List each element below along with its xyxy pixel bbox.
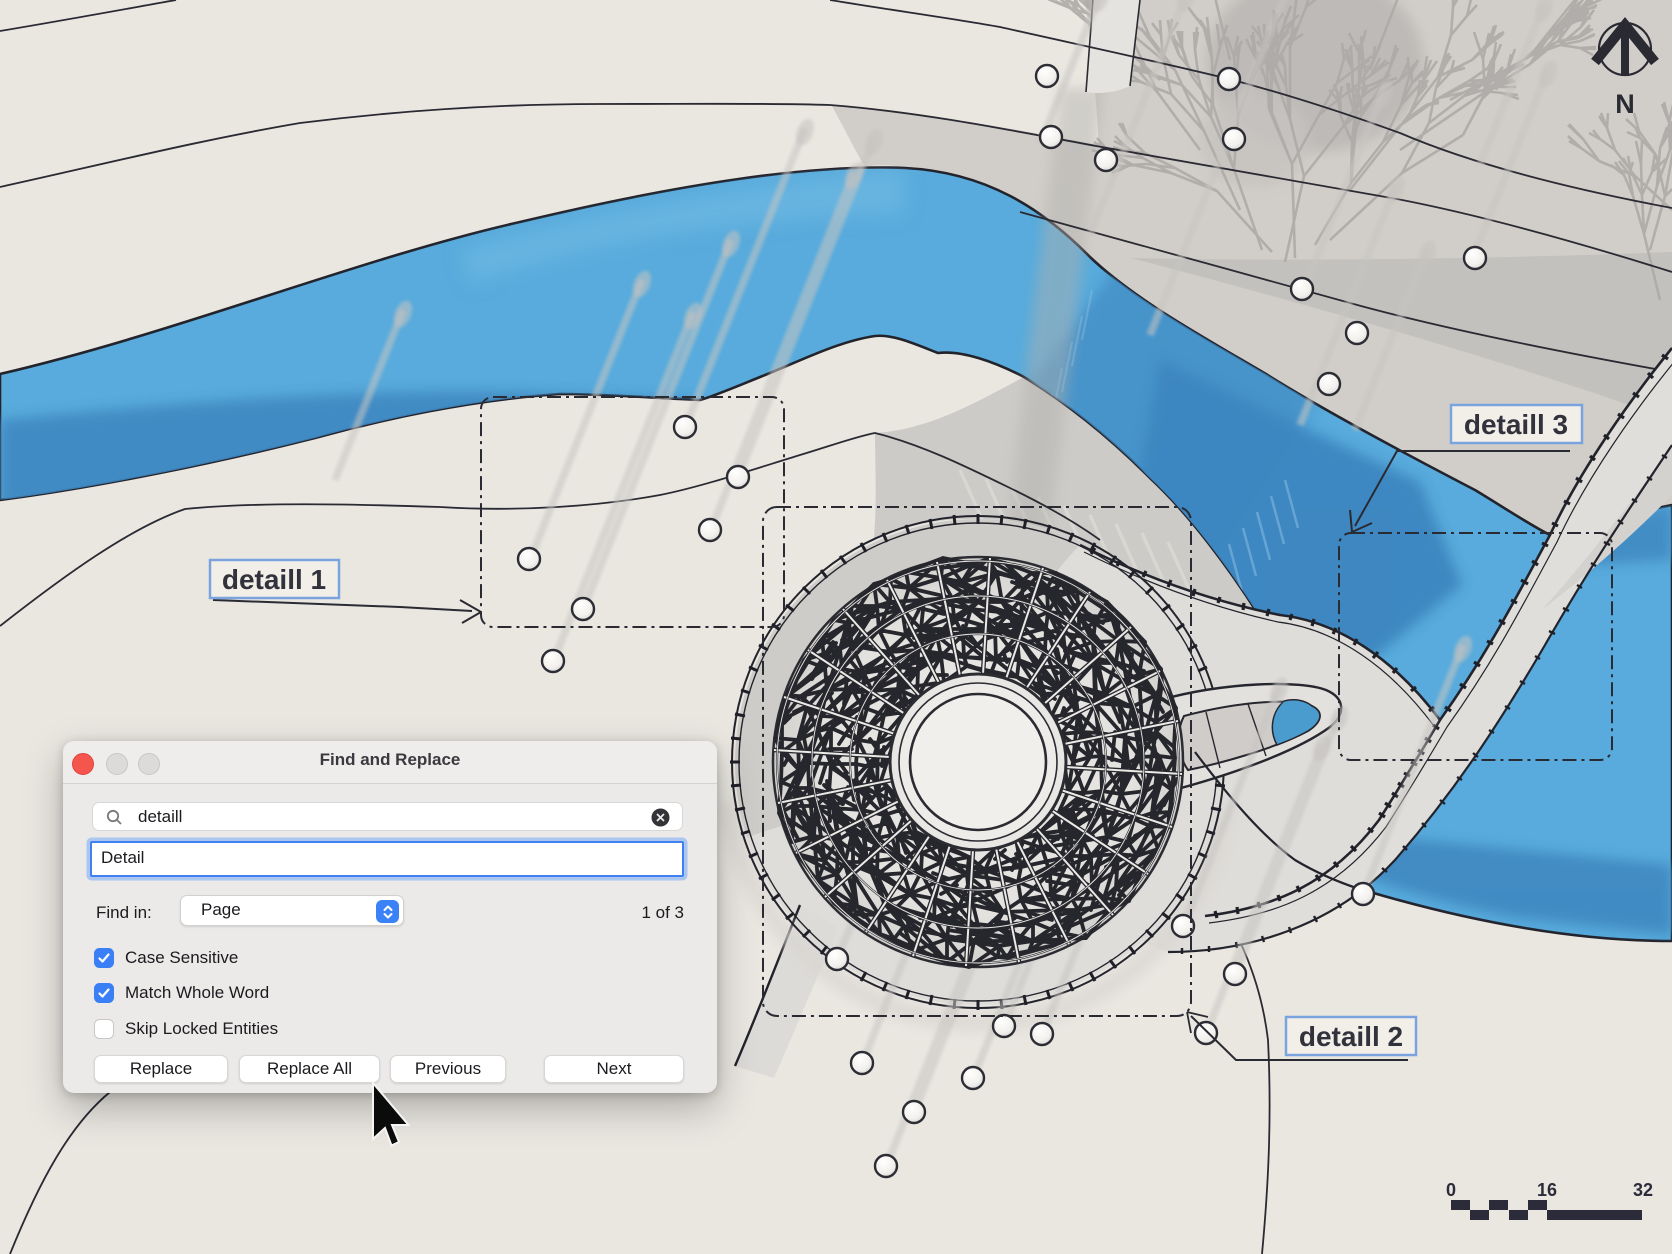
svg-text:detaill 1: detaill 1 [222,564,326,595]
svg-text:detaill 2: detaill 2 [1299,1021,1403,1052]
svg-text:detaill 3: detaill 3 [1464,409,1568,440]
svg-text:16: 16 [1537,1180,1557,1200]
svg-text:32: 32 [1633,1180,1653,1200]
svg-text:N: N [1615,89,1635,119]
svg-text:0: 0 [1446,1180,1456,1200]
